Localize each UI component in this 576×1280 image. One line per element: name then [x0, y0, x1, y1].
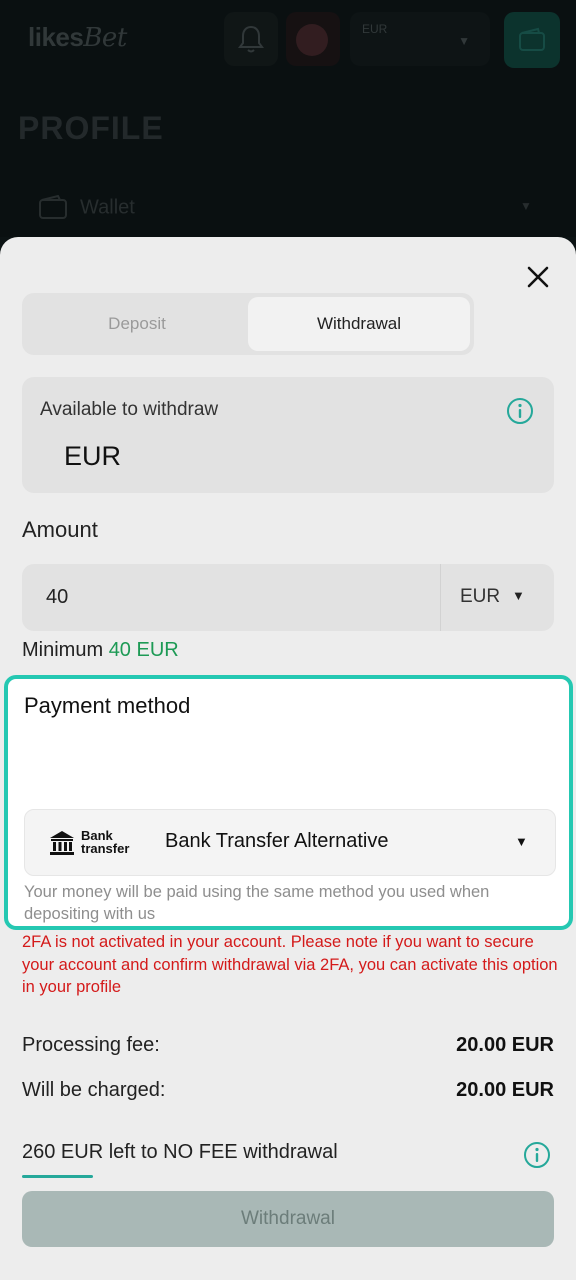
available-currency: EUR [64, 441, 122, 471]
charged-row: Will be charged: 20.00 EUR [22, 1079, 554, 1102]
minimum-label: Minimum [22, 639, 104, 661]
no-fee-progress-bar [22, 1175, 93, 1178]
bank-logo-text: Bank transfer [81, 828, 130, 856]
processing-fee-row: Processing fee: 20.00 EUR [22, 1034, 554, 1057]
payment-method-value: Bank Transfer Alternative [165, 830, 389, 852]
info-icon[interactable] [506, 397, 534, 425]
payment-method-note: Your money will be paid using the same m… [24, 883, 490, 923]
close-icon [527, 266, 549, 288]
amount-currency-select[interactable]: EUR [460, 586, 500, 608]
charged-value: 20.00 EUR [456, 1079, 554, 1101]
info-icon[interactable] [523, 1141, 551, 1169]
no-fee-progress-text: 260 EUR left to NO FEE withdrawal [22, 1141, 338, 1163]
chevron-down-icon[interactable]: ▼ [515, 834, 528, 849]
fee-label: Processing fee: [22, 1034, 160, 1056]
amount-input[interactable]: 40 [46, 586, 68, 609]
available-balance-card: Available to withdraw EUR [22, 377, 554, 493]
amount-title: Amount [22, 517, 98, 542]
bank-transfer-logo: Bank transfer [49, 828, 149, 860]
payment-method-select[interactable]: Bank transfer Bank Transfer Alternative ▼ [24, 809, 556, 876]
chevron-down-icon[interactable]: ▼ [512, 588, 525, 603]
2fa-warning: 2FA is not activated in your account. Pl… [22, 933, 558, 996]
minimum-value: 40 EUR [108, 639, 179, 661]
withdrawal-submit-button[interactable]: Withdrawal [22, 1191, 554, 1247]
bank-icon [50, 831, 74, 855]
fee-value: 20.00 EUR [456, 1034, 554, 1056]
tab-bar: Deposit Withdrawal [22, 293, 474, 355]
close-button[interactable] [526, 265, 550, 289]
tab-withdrawal[interactable]: Withdrawal [248, 297, 470, 351]
backdrop[interactable] [0, 0, 576, 237]
available-label: Available to withdraw [40, 399, 219, 420]
charged-label: Will be charged: [22, 1079, 166, 1101]
payment-method-title: Payment method [24, 693, 191, 718]
amount-field[interactable]: 40 EUR ▼ [22, 564, 554, 631]
payment-method-section: Payment method Bank transfer Bank Transfe… [4, 675, 573, 930]
divider [440, 564, 441, 631]
minimum-amount: Minimum 40 EUR [22, 639, 179, 662]
tab-deposit[interactable]: Deposit [26, 297, 248, 351]
